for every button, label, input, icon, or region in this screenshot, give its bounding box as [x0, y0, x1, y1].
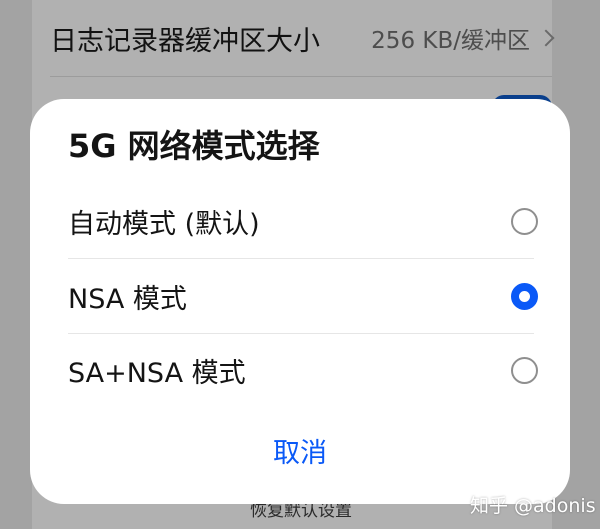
logger-buffer-size-label: 日志记录器缓冲区大小	[50, 25, 320, 57]
radio-checked-icon[interactable]	[511, 282, 538, 310]
logger-buffer-size-row: 日志记录器缓冲区大小 256 KB/缓冲区	[50, 0, 555, 76]
logger-buffer-size-value-group: 256 KB/缓冲区	[371, 21, 555, 55]
dialog-title: 5G 网络模式选择	[68, 127, 320, 165]
option-label: SA+NSA 模式	[68, 357, 246, 389]
option-nsa-mode[interactable]: NSA 模式	[68, 259, 538, 333]
background-row-divider	[50, 76, 552, 77]
5g-network-mode-dialog: 5G 网络模式选择 自动模式 (默认) NSA 模式 SA+NSA 模式 取消	[30, 99, 570, 504]
radio-unchecked-icon[interactable]	[511, 207, 538, 235]
chevron-right-icon	[537, 29, 555, 47]
option-label: 自动模式 (默认)	[68, 208, 260, 240]
option-label: NSA 模式	[68, 283, 187, 315]
radio-unchecked-icon[interactable]	[511, 356, 538, 384]
logger-buffer-size-value: 256 KB/缓冲区	[371, 28, 530, 54]
watermark: 知乎 @adonis	[470, 495, 596, 517]
option-sa-nsa-mode[interactable]: SA+NSA 模式	[68, 333, 538, 407]
option-auto-mode[interactable]: 自动模式 (默认)	[68, 184, 538, 258]
cancel-button[interactable]: 取消	[30, 425, 570, 475]
